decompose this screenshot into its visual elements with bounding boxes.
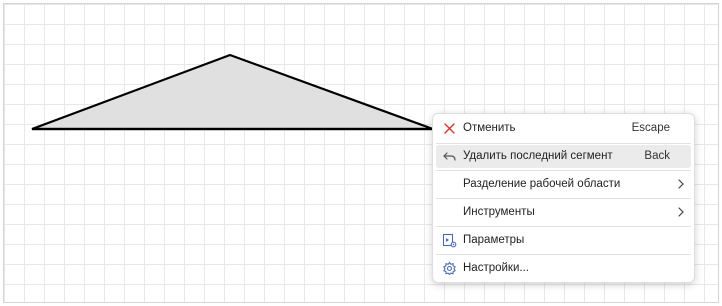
menu-item-label: Отменить [463, 122, 516, 134]
undo-icon [443, 152, 456, 161]
menu-separator [436, 254, 691, 255]
menu-separator [436, 198, 691, 199]
menu-item-delete-last-segment[interactable]: Удалить последний сегмент Back [436, 145, 691, 168]
shortcut-label: Back [644, 150, 670, 162]
menu-item-label: Параметры [463, 234, 525, 246]
menu-item-settings[interactable]: Настройки... [436, 257, 691, 280]
menu-item-split-workspace[interactable]: Разделение рабочей области [436, 173, 691, 196]
menu-item-tools[interactable]: Инструменты [436, 201, 691, 224]
parameters-icon [442, 233, 457, 248]
chevron-right-icon [678, 207, 684, 217]
menu-separator [436, 170, 691, 171]
menu-item-cancel[interactable]: Отменить Escape [436, 117, 691, 140]
menu-item-label: Настройки... [463, 262, 529, 274]
menu-separator [436, 226, 691, 227]
chevron-right-icon [678, 179, 684, 189]
shortcut-label: Escape [631, 122, 670, 134]
context-menu: Отменить Escape Удалить последний сегмен… [432, 113, 695, 283]
close-icon [444, 123, 455, 134]
gear-icon [443, 261, 456, 276]
menu-item-parameters[interactable]: Параметры [436, 229, 691, 252]
menu-item-label: Удалить последний сегмент [463, 150, 613, 162]
menu-item-label: Разделение рабочей области [463, 178, 621, 190]
menu-separator [436, 143, 691, 144]
menu-item-label: Инструменты [463, 206, 535, 218]
